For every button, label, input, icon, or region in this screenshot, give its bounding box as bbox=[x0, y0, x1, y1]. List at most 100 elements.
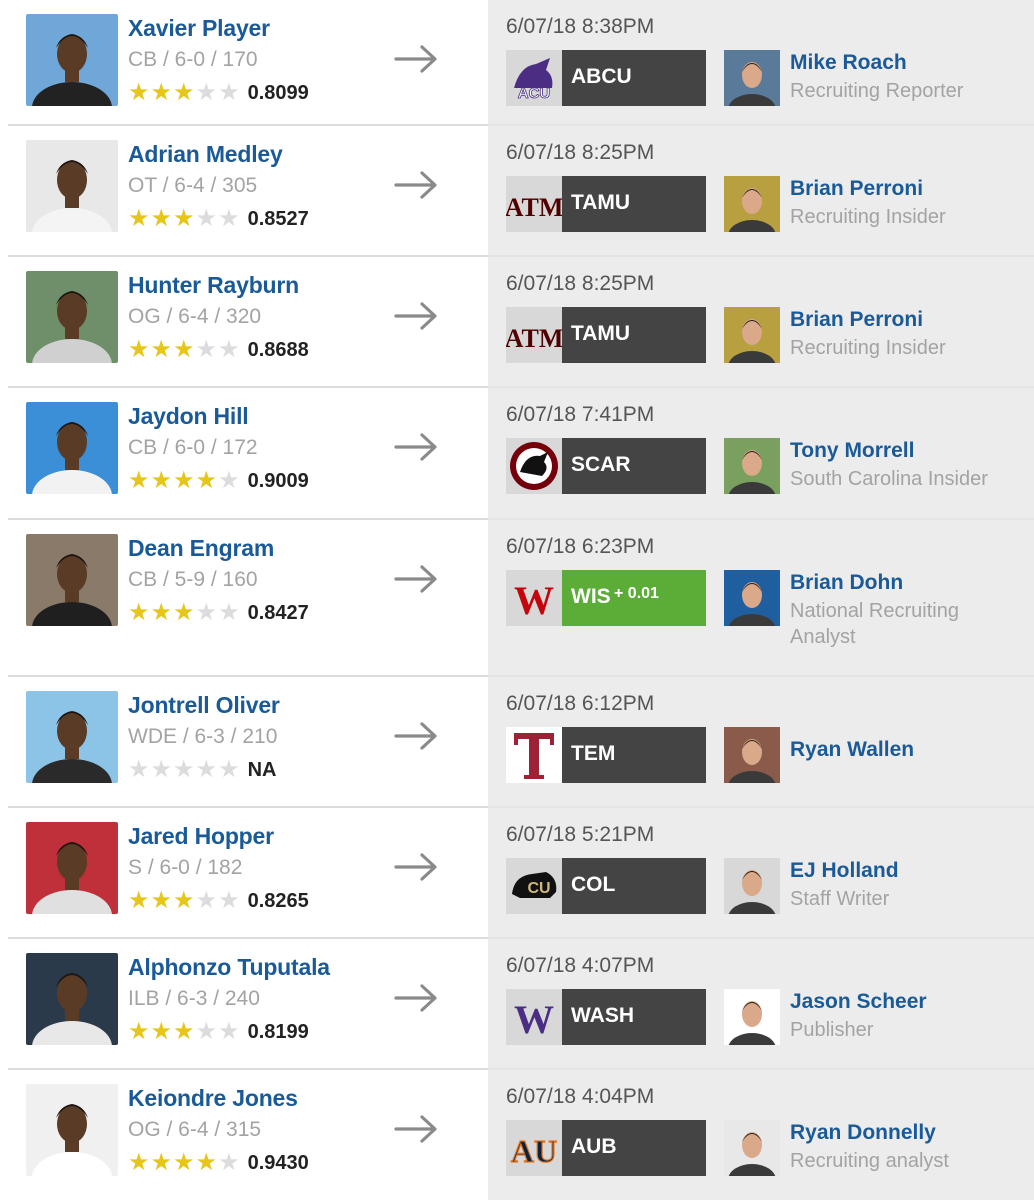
player-name-link[interactable]: Alphonzo Tuputala bbox=[128, 954, 330, 981]
star-rating: ★ ★ ★ ★ ★ 0.8099 bbox=[128, 79, 309, 106]
prediction-row: Jaydon Hill CB / 6-0 / 172 ★ ★ ★ ★ ★ 0.9009 6/07… bbox=[0, 388, 1034, 520]
reporter-name-link[interactable]: Jason Scheer bbox=[790, 990, 927, 1014]
player-name-link[interactable]: Xavier Player bbox=[128, 15, 270, 42]
reporter-name-link[interactable]: Brian Dohn bbox=[790, 571, 903, 595]
predicted-team[interactable]: ATM TAMU bbox=[506, 176, 706, 232]
player-rating: 0.8099 bbox=[247, 81, 309, 104]
star-empty-icon: ★ bbox=[195, 887, 218, 914]
star-filled-icon: ★ bbox=[128, 1149, 150, 1176]
svg-text:ATM: ATM bbox=[506, 324, 562, 353]
reporter-avatar[interactable] bbox=[724, 989, 780, 1045]
right-arrow-icon bbox=[394, 720, 440, 752]
player-photo[interactable] bbox=[26, 1084, 118, 1176]
team-label-box: TEM bbox=[562, 727, 706, 783]
star-empty-icon: ★ bbox=[195, 1018, 218, 1045]
star-empty-icon: ★ bbox=[173, 756, 195, 783]
prediction-timestamp: 6/07/18 6:23PM bbox=[506, 535, 655, 558]
right-arrow-icon bbox=[394, 300, 440, 332]
tamu-atm-logo-icon: ATM bbox=[506, 307, 562, 363]
star-filled-icon: ★ bbox=[128, 887, 150, 914]
star-filled-icon: ★ bbox=[173, 1018, 195, 1045]
player-rating: 0.9430 bbox=[247, 1151, 309, 1174]
player-name-link[interactable]: Jared Hopper bbox=[128, 823, 274, 850]
reporter-title: Staff Writer bbox=[790, 888, 890, 910]
team-abbreviation: TAMU bbox=[571, 191, 631, 214]
reporter-avatar[interactable] bbox=[724, 50, 780, 106]
player-rating: 0.8199 bbox=[247, 1020, 309, 1043]
predicted-team[interactable]: ATM TAMU bbox=[506, 307, 706, 363]
player-photo[interactable] bbox=[26, 402, 118, 494]
wisconsin-w-logo-icon: W bbox=[506, 570, 562, 626]
reporter-name-link[interactable]: EJ Holland bbox=[790, 859, 899, 883]
star-empty-icon: ★ bbox=[218, 887, 240, 914]
reporter-name-link[interactable]: Ryan Donnelly bbox=[790, 1121, 936, 1145]
player-rating: 0.9009 bbox=[247, 469, 309, 492]
team-label-box: COL bbox=[562, 858, 706, 914]
reporter-avatar[interactable] bbox=[724, 570, 780, 626]
player-photo[interactable] bbox=[26, 140, 118, 232]
player-photo[interactable] bbox=[26, 271, 118, 363]
predicted-team[interactable]: W WIS + 0.01 bbox=[506, 570, 706, 626]
player-photo[interactable] bbox=[26, 534, 118, 626]
star-filled-icon: ★ bbox=[150, 1149, 173, 1176]
reporter-avatar[interactable] bbox=[724, 176, 780, 232]
team-label-box: AUB bbox=[562, 1120, 706, 1176]
svg-text:W: W bbox=[514, 997, 554, 1042]
star-empty-icon: ★ bbox=[195, 79, 218, 106]
team-abbreviation: WIS bbox=[571, 585, 611, 608]
star-filled-icon: ★ bbox=[128, 1018, 150, 1045]
predicted-team[interactable]: SCAR bbox=[506, 438, 706, 494]
star-filled-icon: ★ bbox=[173, 1149, 195, 1176]
player-photo[interactable] bbox=[26, 14, 118, 106]
reporter-title: Recruiting Insider bbox=[790, 337, 946, 359]
player-name-link[interactable]: Hunter Rayburn bbox=[128, 272, 299, 299]
star-empty-icon: ★ bbox=[195, 205, 218, 232]
reporter-name-link[interactable]: Brian Perroni bbox=[790, 308, 923, 332]
player-name-link[interactable]: Jaydon Hill bbox=[128, 403, 249, 430]
right-arrow-icon bbox=[394, 43, 440, 75]
predicted-team[interactable]: ACU ABCU bbox=[506, 50, 706, 106]
player-name-link[interactable]: Keiondre Jones bbox=[128, 1085, 298, 1112]
player-rating: NA bbox=[247, 758, 277, 781]
player-photo[interactable] bbox=[26, 822, 118, 914]
team-label-box: SCAR bbox=[562, 438, 706, 494]
star-empty-icon: ★ bbox=[218, 756, 240, 783]
star-filled-icon: ★ bbox=[195, 467, 218, 494]
star-filled-icon: ★ bbox=[195, 1149, 218, 1176]
player-name-link[interactable]: Jontrell Oliver bbox=[128, 692, 280, 719]
player-position-info: OG / 6-4 / 320 bbox=[128, 305, 262, 328]
star-rating: ★ ★ ★ ★ ★ 0.9430 bbox=[128, 1149, 309, 1176]
team-abbreviation: ABCU bbox=[571, 65, 632, 88]
reporter-name-link[interactable]: Mike Roach bbox=[790, 51, 907, 75]
prediction-row: Adrian Medley OT / 6-4 / 305 ★ ★ ★ ★ ★ 0.8527 6/… bbox=[0, 126, 1034, 257]
temple-t-logo-icon bbox=[506, 727, 562, 783]
reporter-avatar[interactable] bbox=[724, 1120, 780, 1176]
reporter-name-link[interactable]: Ryan Wallen bbox=[790, 738, 914, 762]
player-photo[interactable] bbox=[26, 691, 118, 783]
star-empty-icon: ★ bbox=[218, 1149, 240, 1176]
reporter-title: Recruiting Insider bbox=[790, 206, 946, 228]
reporter-avatar[interactable] bbox=[724, 307, 780, 363]
reporter-avatar[interactable] bbox=[724, 727, 780, 783]
right-arrow-icon bbox=[394, 851, 440, 883]
reporter-avatar[interactable] bbox=[724, 438, 780, 494]
player-rating: 0.8527 bbox=[247, 207, 309, 230]
reporter-avatar[interactable] bbox=[724, 858, 780, 914]
reporter-name-link[interactable]: Tony Morrell bbox=[790, 439, 914, 463]
reporter-name-link[interactable]: Brian Perroni bbox=[790, 177, 923, 201]
player-name-link[interactable]: Dean Engram bbox=[128, 535, 274, 562]
predicted-team[interactable]: TEM bbox=[506, 727, 706, 783]
reporter-title: South Carolina Insider bbox=[790, 468, 988, 490]
player-name-link[interactable]: Adrian Medley bbox=[128, 141, 283, 168]
player-rating: 0.8427 bbox=[247, 601, 309, 624]
predicted-team[interactable]: W WASH bbox=[506, 989, 706, 1045]
predicted-team[interactable]: CU COL bbox=[506, 858, 706, 914]
star-empty-icon: ★ bbox=[218, 79, 240, 106]
predicted-team[interactable]: AU AUB bbox=[506, 1120, 706, 1176]
player-position-info: OT / 6-4 / 305 bbox=[128, 174, 258, 197]
star-empty-icon: ★ bbox=[218, 467, 240, 494]
prediction-timestamp: 6/07/18 8:25PM bbox=[506, 272, 655, 295]
svg-text:CU: CU bbox=[527, 880, 550, 897]
player-photo[interactable] bbox=[26, 953, 118, 1045]
tamu-atm-logo-icon: ATM bbox=[506, 176, 562, 232]
